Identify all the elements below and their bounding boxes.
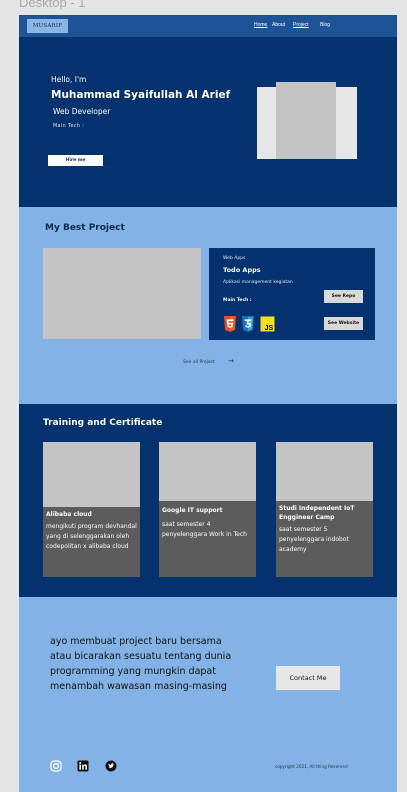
contact-me-button[interactable]: Contact Me (276, 666, 340, 690)
project-description: Aplikasi management kegiatan (223, 280, 293, 285)
certificate-image (43, 442, 140, 507)
project-card: Web Apps Todo Apps Aplikasi management k… (209, 248, 375, 340)
certificate-image (276, 442, 373, 501)
see-repo-button[interactable]: See Repo (324, 290, 363, 303)
linkedin-icon[interactable] (77, 760, 89, 772)
javascript-icon: JS (260, 316, 275, 332)
certificate-title: Studi Independent IoT Enggineer Camp (279, 505, 355, 521)
projects-section: My Best Project Web Apps Todo Apps Aplik… (19, 207, 397, 404)
copyright-text: copyright 2021, All thing Reserved (275, 764, 348, 769)
nav-links: Home About Project Blog (19, 22, 397, 32)
certificate-title: Google IT support (162, 507, 223, 514)
hero-role: Web Developer (53, 107, 111, 116)
hero-photo (276, 82, 336, 159)
certificates-section: Training and Certificate Alibaba cloud m… (19, 404, 397, 597)
certificate-card: Alibaba cloud mengikuti program devhanda… (43, 442, 140, 577)
twitter-icon[interactable] (105, 760, 117, 772)
hero-tech-label: Main Tech : (53, 124, 85, 129)
arrow-right-icon[interactable]: → (228, 357, 234, 365)
see-all-projects-link[interactable]: See all Project (183, 360, 215, 365)
navbar: MUSARIF Home About Project Blog (19, 15, 397, 37)
see-website-button[interactable]: See Website (324, 317, 363, 330)
nav-link-blog[interactable]: Blog (320, 22, 330, 28)
certificate-image (159, 442, 256, 501)
hire-me-button[interactable]: Hire me (48, 155, 103, 166)
instagram-icon[interactable] (50, 760, 62, 772)
certificate-description: saat semester 4 penyelenggara Work in Te… (162, 521, 247, 538)
html5-icon (224, 316, 236, 332)
nav-link-home[interactable]: Home (254, 22, 267, 28)
certificate-description: mengikuti program devhandal yang di sele… (46, 523, 137, 550)
certificate-card: Google IT support saat semester 4 penyel… (159, 442, 256, 577)
certificate-title: Alibaba cloud (46, 511, 92, 518)
page: MUSARIF Home About Project Blog Hello, I… (19, 15, 397, 792)
hero-section: Hello, I'm Muhammad Syaifullah Al Arief … (19, 37, 397, 207)
certificates-title: Training and Certificate (43, 418, 163, 428)
nav-link-about[interactable]: About (272, 22, 285, 28)
frame-label: Desktop - 1 (19, 0, 86, 10)
project-name: Todo Apps (223, 266, 261, 274)
svg-text:JS: JS (265, 325, 274, 332)
certificate-description: saat semester 5 penyelenggara indobot ac… (279, 526, 349, 553)
css3-icon (242, 316, 254, 332)
projects-title: My Best Project (45, 223, 125, 233)
contact-section: ayo membuat project baru bersama atau bi… (19, 597, 397, 792)
hero-name: Muhammad Syaifullah Al Arief (51, 89, 231, 101)
nav-link-project[interactable]: Project (293, 22, 309, 28)
certificate-card: Studi Independent IoT Enggineer Camp saa… (276, 442, 373, 577)
contact-message: ayo membuat project baru bersama atau bi… (50, 636, 232, 692)
project-category: Web Apps (223, 256, 246, 261)
project-tech-label: Main Tech : (223, 298, 252, 303)
project-image (43, 248, 201, 339)
hero-greeting: Hello, I'm (51, 75, 87, 84)
